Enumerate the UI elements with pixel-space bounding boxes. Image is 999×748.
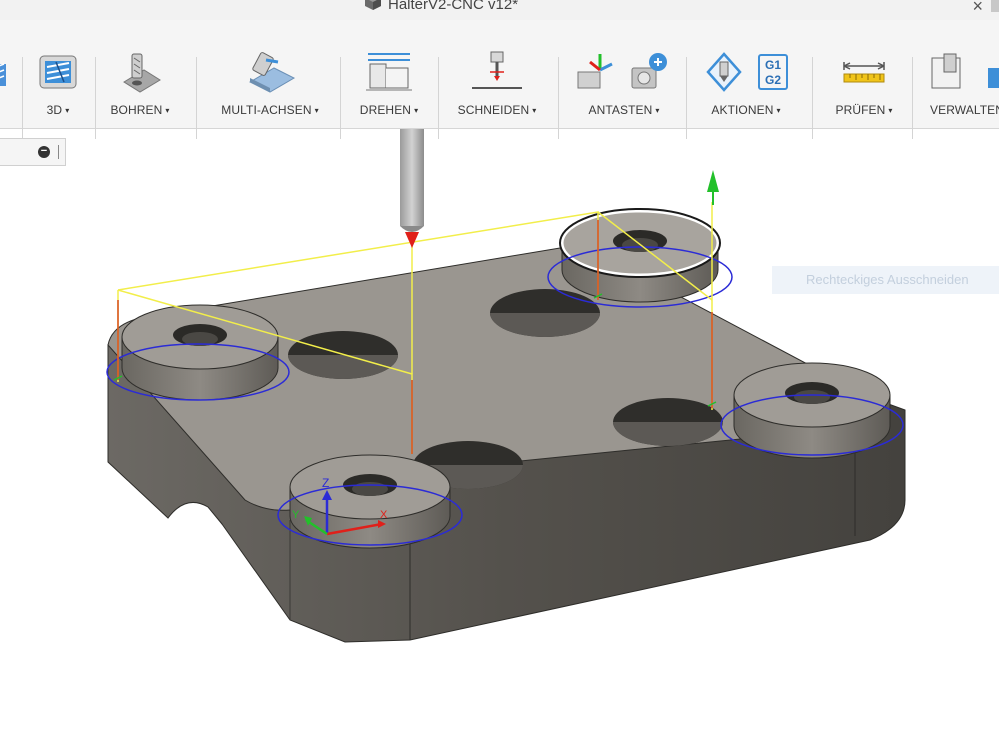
dropdown-caret-icon: ▾: [314, 105, 319, 115]
title-bar: HalterV2-CNC v12* ×: [0, 0, 999, 20]
toolbar-group-antasten[interactable]: ANTASTEN ▾: [572, 50, 676, 130]
gcode-line1: G1: [764, 58, 781, 72]
triad-y-label: Y: [292, 509, 300, 521]
green-arrow-icon: [707, 170, 719, 205]
toolbar-group-label: VERWALTEN: [930, 103, 999, 117]
toolbar-separator: [196, 57, 197, 139]
dropdown-caret-icon: ▾: [165, 105, 170, 115]
triad-z-label: Z: [322, 476, 329, 490]
dropdown-caret-icon: ▾: [65, 105, 70, 115]
probing-icon: [572, 50, 676, 94]
toolbar-separator: [912, 57, 913, 139]
partial-tool-icon[interactable]: [0, 56, 10, 97]
3d-milling-icon: [36, 50, 80, 94]
boss-left: [106, 304, 290, 401]
document-title-area: HalterV2-CNC v12*: [364, 0, 518, 14]
toolbar-group-label: AKTIONEN: [711, 103, 774, 117]
toolbar-group-schneiden[interactable]: SCHNEIDEN ▾: [454, 50, 540, 130]
toolbar-separator: [812, 57, 813, 139]
inspect-icon: [832, 50, 896, 94]
gcode-icon: G1 G2: [758, 54, 788, 90]
toolbar-separator: [340, 57, 341, 139]
toolbar-group-label: SCHNEIDEN: [457, 103, 530, 117]
document-title: HalterV2-CNC v12*: [388, 0, 519, 13]
cube-icon: [364, 0, 382, 15]
manufacture-toolbar: 3D ▾ BOHREN ▾ MULTI-ACHSEN ▾ DREHEN ▾ SC…: [0, 20, 999, 139]
dropdown-caret-icon: ▾: [776, 105, 781, 115]
tool-spindle: [400, 129, 424, 248]
dropdown-caret-icon: ▾: [532, 105, 537, 115]
drill-icon: [110, 50, 170, 94]
toolbar-group-label: DREHEN: [359, 103, 412, 117]
dropdown-caret-icon: ▾: [414, 105, 419, 115]
toolbar-group-multi-achsen[interactable]: MULTI-ACHSEN ▾: [216, 50, 324, 130]
toolbar-group-label: PRÜFEN: [835, 103, 886, 117]
operation-hint-label: Rechteckiges Ausschneiden: [772, 266, 999, 294]
toolbar-group-verwalten[interactable]: VERWALTEN: [930, 50, 999, 130]
boss-front: [277, 454, 463, 549]
simulate-icon: [704, 50, 744, 94]
toolbar-group-pruefen[interactable]: PRÜFEN ▾: [832, 50, 896, 130]
toolbar-separator: [95, 57, 96, 139]
turning-icon: [356, 50, 422, 94]
toolbar-group-aktionen[interactable]: G1 G2 AKTIONEN ▾: [704, 50, 788, 130]
boss-right: [720, 362, 904, 459]
triad-x-label: X: [380, 509, 388, 521]
toolbar-group-3d[interactable]: 3D ▾: [36, 50, 80, 130]
dropdown-caret-icon: ▾: [655, 105, 660, 115]
toolbar-separator: [438, 57, 439, 139]
dropdown-caret-icon: ▾: [888, 105, 893, 115]
toolbar-separator: [686, 57, 687, 139]
close-icon[interactable]: ×: [972, 0, 983, 17]
manage-icon: [930, 50, 999, 94]
toolbar-group-label: 3D: [46, 103, 63, 117]
toolbar-separator: [22, 57, 23, 139]
toolbar-group-label: ANTASTEN: [588, 103, 653, 117]
toolbar-group-bohren[interactable]: BOHREN ▾: [110, 50, 170, 130]
gcode-line2: G2: [764, 73, 781, 87]
toolbar-group-label: BOHREN: [110, 103, 163, 117]
3d-viewport[interactable]: Z X Y: [0, 129, 999, 743]
toolbar-separator: [558, 57, 559, 139]
toolbar-group-drehen[interactable]: DREHEN ▾: [356, 50, 422, 130]
toolbar-group-label: MULTI-ACHSEN: [221, 103, 312, 117]
cutting-icon: [454, 50, 540, 94]
window-scroll-handle[interactable]: [991, 0, 999, 12]
multi-axis-icon: [216, 50, 324, 94]
